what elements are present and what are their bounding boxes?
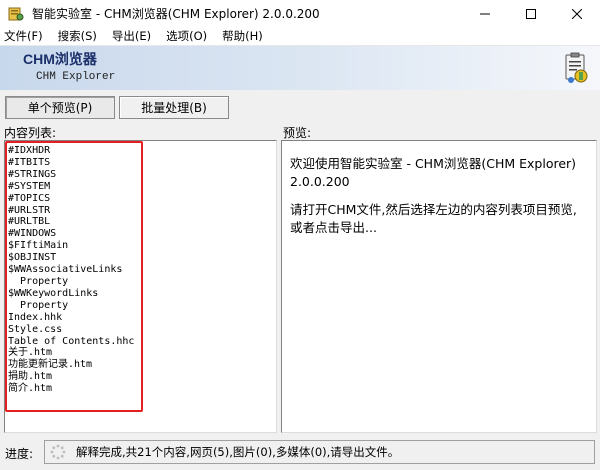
menu-bar: 文件(F) 搜索(S) 导出(E) 选项(O) 帮助(H) bbox=[0, 27, 600, 46]
list-item[interactable]: 关于.htm bbox=[8, 347, 276, 359]
list-item[interactable]: #URLTBL bbox=[8, 216, 276, 228]
title-bar: 智能实验室 - CHM浏览器(CHM Explorer) 2.0.0.200 bbox=[0, 0, 600, 27]
preview-pane: 欢迎使用智能实验室 - CHM浏览器(CHM Explorer) 2.0.0.2… bbox=[281, 140, 597, 433]
close-button[interactable] bbox=[554, 0, 600, 27]
progress-box: 解释完成,共21个内容,网页(5),图片(0),多媒体(0),请导出文件。 bbox=[44, 440, 595, 464]
list-item[interactable]: Table of Contents.hhc bbox=[8, 336, 276, 348]
maximize-icon bbox=[526, 8, 536, 19]
menu-help[interactable]: 帮助(H) bbox=[222, 28, 263, 44]
list-item[interactable]: 捐助.htm bbox=[8, 371, 276, 383]
list-item[interactable]: 功能更新记录.htm bbox=[8, 359, 276, 371]
progress-label: 进度: bbox=[5, 447, 34, 461]
status-bar: 进度: 解释完成,共21个内容,网页(5),图片(0),多媒体(0),请导出文件… bbox=[0, 438, 600, 470]
close-icon bbox=[572, 8, 582, 19]
preview-welcome-text: 欢迎使用智能实验室 - CHM浏览器(CHM Explorer) 2.0.0.2… bbox=[290, 156, 577, 189]
minimize-button[interactable] bbox=[462, 0, 508, 27]
list-item[interactable]: #TOPICS bbox=[8, 193, 276, 205]
window-title: 智能实验室 - CHM浏览器(CHM Explorer) 2.0.0.200 bbox=[32, 7, 320, 21]
list-item[interactable]: Index.hhk bbox=[8, 312, 276, 324]
list-item[interactable]: #WINDOWS bbox=[8, 228, 276, 240]
list-item[interactable]: $OBJINST bbox=[8, 252, 276, 264]
list-item[interactable]: Style.css bbox=[8, 324, 276, 336]
status-text: 解释完成,共21个内容,网页(5),图片(0),多媒体(0),请导出文件。 bbox=[76, 445, 400, 459]
list-item[interactable]: #STRINGS bbox=[8, 169, 276, 181]
preview-instruction-text: 请打开CHM文件,然后选择左边的内容列表项目预览,或者点击导出... bbox=[290, 202, 577, 235]
menu-file[interactable]: 文件(F) bbox=[4, 28, 43, 44]
list-item[interactable]: #URLSTR bbox=[8, 205, 276, 217]
content-list[interactable]: #IDXHDR #ITBITS #STRINGS #SYSTEM #TOPICS… bbox=[4, 140, 277, 433]
list-item[interactable]: $FIftiMain bbox=[8, 240, 276, 252]
list-item[interactable]: 简介.htm bbox=[8, 383, 276, 395]
list-item[interactable]: #IDXHDR bbox=[8, 145, 276, 157]
minimize-icon bbox=[480, 13, 490, 14]
menu-search[interactable]: 搜索(S) bbox=[58, 28, 97, 44]
menu-options[interactable]: 选项(O) bbox=[166, 28, 207, 44]
tab-single-preview[interactable]: 单个预览(P) bbox=[5, 96, 115, 119]
list-item[interactable]: Property bbox=[8, 276, 276, 288]
list-item[interactable]: Property bbox=[8, 300, 276, 312]
clipboard-wrench-icon bbox=[565, 52, 588, 83]
list-item[interactable]: #ITBITS bbox=[8, 157, 276, 169]
list-item[interactable]: #SYSTEM bbox=[8, 181, 276, 193]
maximize-button[interactable] bbox=[508, 0, 554, 27]
content-list-label: 内容列表: bbox=[4, 126, 57, 140]
menu-export[interactable]: 导出(E) bbox=[112, 28, 151, 44]
tab-batch-process[interactable]: 批量处理(B) bbox=[119, 96, 229, 119]
loading-spinner-icon bbox=[50, 444, 66, 460]
header-banner: CHM浏览器 CHM Explorer bbox=[0, 46, 600, 90]
preview-label: 预览: bbox=[283, 126, 312, 140]
banner-title: CHM浏览器 bbox=[23, 51, 97, 67]
list-item[interactable]: $WWKeywordLinks bbox=[8, 288, 276, 300]
content-list-items: #IDXHDR #ITBITS #STRINGS #SYSTEM #TOPICS… bbox=[5, 141, 276, 432]
banner-subtitle: CHM Explorer bbox=[36, 71, 116, 83]
list-item[interactable]: $WWAssociativeLinks bbox=[8, 264, 276, 276]
app-icon bbox=[8, 7, 24, 20]
